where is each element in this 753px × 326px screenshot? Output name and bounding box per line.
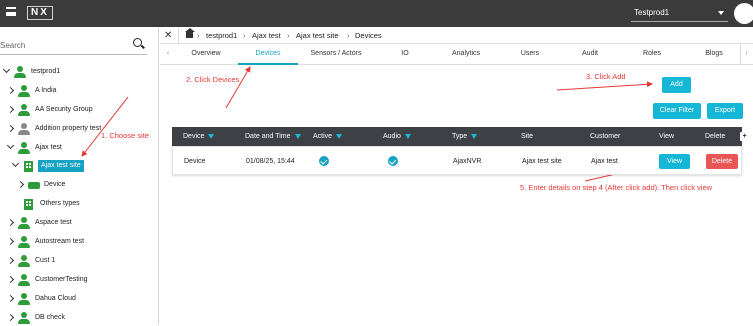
annotation-arrow-3 [556,81,653,91]
column-date-time[interactable]: Date and Time [245,127,301,146]
table-row: Device 01/08/25, 15:44 AjaxNVR Ajax test… [172,146,742,175]
cell-customer: Ajax test [591,158,618,165]
clear-filter-button[interactable]: Clear Filter [653,103,701,119]
table-header: Device Date and Time Active Audio Type S… [172,127,749,146]
cell-device: Device [184,158,206,165]
column-label: Type [452,133,468,140]
annotation-arrow-2 [225,66,251,109]
export-button[interactable]: Export [707,103,743,119]
column-site: Site [521,133,534,140]
active-check-icon [319,156,329,166]
column-customer: Customer [590,133,621,140]
column-audio[interactable]: Audio [383,127,411,146]
column-label: Active [313,133,333,140]
annotation-arrow-1 [81,96,129,157]
add-column-icon[interactable]: + [740,132,749,141]
filter-icon[interactable] [336,134,343,139]
column-device[interactable]: Device [183,127,215,146]
audio-check-icon [388,156,398,166]
filter-icon[interactable] [471,134,478,139]
filter-icon[interactable] [294,134,301,139]
view-button[interactable]: View [659,154,690,169]
filter-icon[interactable] [208,134,215,139]
column-type[interactable]: Type [452,127,478,146]
column-delete: Delete [705,133,726,140]
cell-type: AjaxNVR [453,158,482,165]
column-active[interactable]: Active [313,127,343,146]
column-label: Audio [383,133,401,140]
cell-datetime: 01/08/25, 15:44 [246,158,295,165]
column-label: Device [183,133,205,140]
filter-icon[interactable] [404,134,411,139]
column-view: View [659,133,675,140]
add-button[interactable]: Add [662,77,691,93]
cell-site: Ajax test site [522,158,562,165]
column-label: Date and Time [245,133,291,140]
delete-button[interactable]: Delete [706,154,738,169]
